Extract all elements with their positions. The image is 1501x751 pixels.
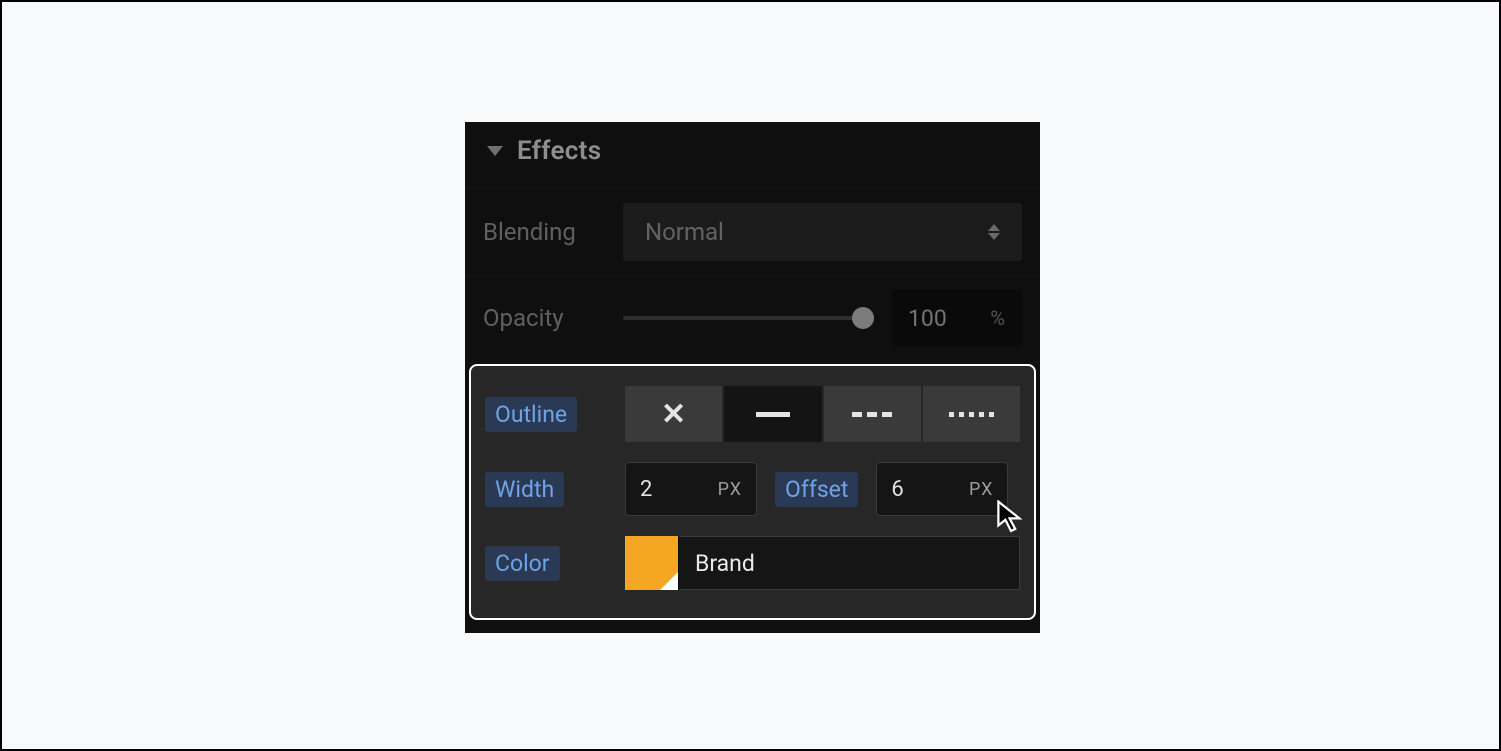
offset-label: Offset [775, 472, 858, 507]
offset-input[interactable]: 6 PX [876, 462, 1008, 516]
outline-dotted-button[interactable] [923, 386, 1020, 442]
outline-solid-button[interactable] [724, 386, 821, 442]
x-icon: ✕ [661, 397, 686, 432]
width-input[interactable]: 2 PX [625, 462, 757, 516]
panel-header[interactable]: Effects [465, 122, 1040, 188]
dashed-line-icon [852, 412, 892, 417]
select-arrows-icon [988, 224, 1000, 240]
width-value: 2 [640, 477, 652, 502]
opacity-unit: % [990, 306, 1006, 330]
width-unit: PX [718, 479, 742, 500]
color-row: Color Brand [485, 526, 1020, 600]
outline-style-group: ✕ [625, 386, 1020, 442]
blending-select[interactable]: Normal [623, 203, 1022, 261]
opacity-label: Opacity [483, 304, 605, 332]
outline-dashed-button[interactable] [824, 386, 921, 442]
opacity-input[interactable]: 100 % [892, 290, 1022, 346]
color-swatch[interactable] [625, 536, 679, 590]
opacity-slider[interactable] [623, 308, 874, 328]
width-label: Width [485, 472, 564, 507]
panel-title: Effects [517, 136, 601, 166]
color-name: Brand [679, 536, 1020, 590]
outline-section: Outline ✕ Width 2 PX Offset 6 PX Color [469, 364, 1036, 620]
slider-thumb[interactable] [852, 307, 874, 329]
outline-label: Outline [485, 397, 577, 432]
collapse-icon [487, 146, 503, 156]
offset-value: 6 [891, 477, 903, 502]
solid-line-icon [756, 412, 790, 417]
dotted-line-icon [949, 412, 994, 417]
slider-track [623, 316, 874, 320]
blending-row: Blending Normal [465, 188, 1040, 275]
blending-value: Normal [645, 218, 724, 246]
effects-panel: Effects Blending Normal Opacity 100 % Ou… [465, 122, 1040, 633]
color-picker[interactable]: Brand [625, 536, 1020, 590]
width-offset-row: Width 2 PX Offset 6 PX [485, 452, 1020, 526]
offset-unit: PX [969, 479, 993, 500]
outline-none-button[interactable]: ✕ [625, 386, 722, 442]
outline-row: Outline ✕ [485, 376, 1020, 452]
blending-label: Blending [483, 218, 605, 246]
color-label: Color [485, 546, 560, 581]
opacity-value: 100 [908, 305, 947, 332]
opacity-row: Opacity 100 % [465, 275, 1040, 360]
